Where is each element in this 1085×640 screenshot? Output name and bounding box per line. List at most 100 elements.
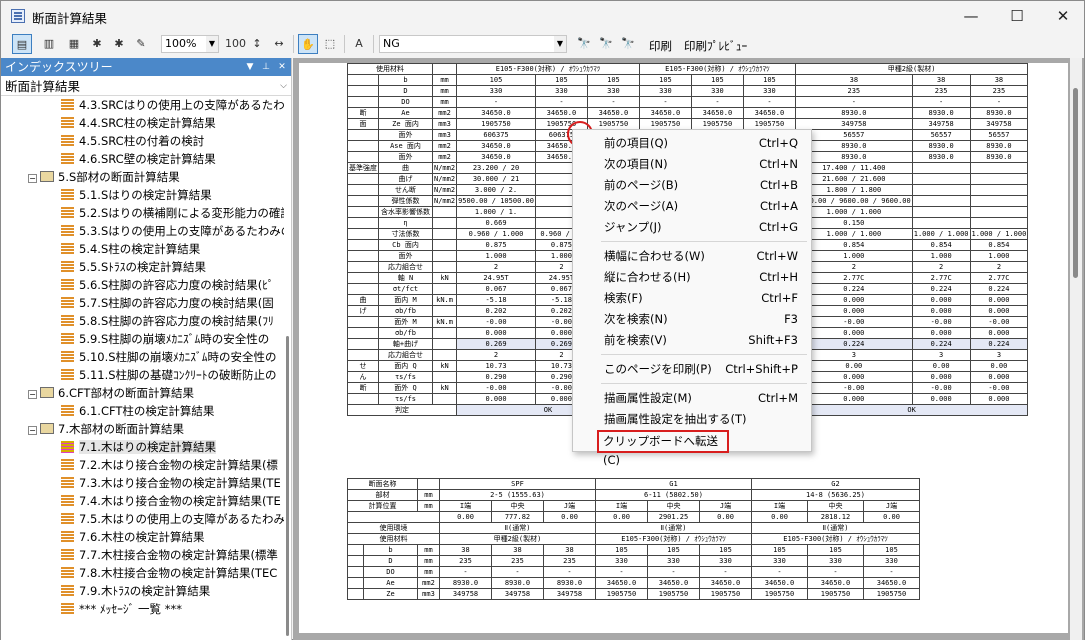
tree-item[interactable]: 5.8.S柱脚の許容応力度の検討結果(ﾌﾘ <box>61 312 274 330</box>
menu-item[interactable]: 前のページ(B) Ctrl+B <box>574 175 810 196</box>
marker-icon[interactable]: ✱ <box>87 34 107 54</box>
tree-item[interactable]: 5.7.S柱脚の許容応力度の検討結果(固 <box>61 294 274 312</box>
collapse-icon[interactable]: − <box>28 390 37 399</box>
document-scroll-thumb[interactable] <box>1073 88 1078 278</box>
pane-menu-icon[interactable]: ▼ <box>243 58 257 76</box>
find-next-icon[interactable]: 🔭 <box>596 34 616 54</box>
maximize-button[interactable]: ☐ <box>994 1 1040 31</box>
menu-item[interactable]: 次を検索(N) F3 <box>574 309 810 330</box>
tree-item[interactable]: 6.1.CFT柱の検定計算結果 <box>61 402 214 420</box>
tree-item[interactable]: 7.5.木はりの使用上の支障があるたわみの <box>61 510 284 528</box>
tree-item[interactable]: 7.6.木柱の検定計算結果 <box>61 528 204 546</box>
close-icon[interactable]: ✕ <box>275 58 289 76</box>
pin-icon[interactable]: ⊥ <box>259 58 273 76</box>
table-cell <box>911 206 971 218</box>
table-cell: 2 <box>794 261 913 273</box>
tree-item[interactable]: 4.5.SRC柱の付着の検討 <box>61 132 204 150</box>
tree-scrollbar[interactable] <box>285 96 291 636</box>
tree-item[interactable]: 7.8.木柱接合金物の検定計算結果(TEC <box>61 564 277 582</box>
menu-item[interactable]: 縦に合わせる(H) Ctrl+H <box>574 267 810 288</box>
menu-item-copy-to-clipboard[interactable]: クリップボードへ転送(C) <box>597 430 729 467</box>
table-cell: - <box>751 566 808 578</box>
menu-item[interactable]: 次のページ(A) Ctrl+A <box>574 196 810 217</box>
document-scrollbar[interactable] <box>1070 58 1082 640</box>
table-cell: 0.000 <box>794 327 913 339</box>
find-text-input[interactable]: NG ▼ <box>379 35 567 53</box>
table-cell <box>347 283 379 295</box>
fit-width-icon[interactable]: ↔ <box>269 34 289 54</box>
tree-item[interactable]: − 5.S部材の断面計算結果 <box>28 168 180 186</box>
actual-size-icon[interactable]: 100 <box>225 34 246 54</box>
tree-item[interactable]: *** ﾒｯｾｰｼﾞ 一覧 *** <box>61 600 182 618</box>
collapse-icon[interactable]: − <box>28 426 37 435</box>
tree-item[interactable]: − 6.CFT部材の断面計算結果 <box>28 384 194 402</box>
tree-item[interactable]: 4.6.SRC壁の検定計算結果 <box>61 150 216 168</box>
tree-item[interactable]: − 7.木部材の断面計算結果 <box>28 420 184 438</box>
menu-item-shortcut: Ctrl+G <box>758 220 798 234</box>
export-icon[interactable]: ▦ <box>64 34 84 54</box>
table-cell: 0.202 <box>456 305 536 317</box>
table-cell: 0.854 <box>794 239 913 251</box>
menu-item[interactable]: 次の項目(N) Ctrl+N <box>574 154 810 175</box>
table-cell: 部材 <box>347 489 418 501</box>
tree-view[interactable]: 4.3.SRCはりの使用上の支障があるたわみ 4.4.SRC柱の検定計算結果 4.5… <box>1 96 284 640</box>
close-button[interactable]: ✕ <box>1040 1 1085 31</box>
menu-item-shortcut: Ctrl+A <box>760 199 798 213</box>
hand-tool-icon[interactable]: ✋ <box>298 34 318 54</box>
tree-item[interactable]: 7.9.木ﾄﾗｽの検定計算結果 <box>61 582 210 600</box>
menu-item[interactable]: 描画属性設定を抽出する(T) <box>574 409 810 430</box>
menu-item[interactable]: 横幅に合わせる(W) Ctrl+W <box>574 246 810 267</box>
find-icon[interactable]: 🔭 <box>574 34 594 54</box>
index-tree-toggle-icon[interactable]: ▤ <box>12 34 32 54</box>
menu-item[interactable]: 前を検索(V) Shift+F3 <box>574 330 810 351</box>
table-cell: 34650.0 <box>638 107 692 119</box>
tree-item[interactable]: 4.4.SRC柱の検定計算結果 <box>61 114 216 132</box>
table-cell <box>347 544 364 556</box>
menu-item[interactable]: このページを印刷(P) Ctrl+Shift+P <box>574 359 810 380</box>
table-cell: mm3 <box>417 588 440 600</box>
tree-item[interactable]: 5.1.Sはりの検定計算結果 <box>61 186 212 204</box>
save-icon[interactable]: ▥ <box>39 34 59 54</box>
menu-item[interactable]: 描画属性設定(M) Ctrl+M <box>574 388 810 409</box>
page-icon <box>61 459 74 471</box>
zoom-select[interactable]: 100% ▼ <box>161 35 219 53</box>
tree-item[interactable]: 5.6.S柱脚の許容応力度の検討結果(ﾋﾟ <box>61 276 274 294</box>
tree-item[interactable]: 5.5.Sﾄﾗｽの検定計算結果 <box>61 258 206 276</box>
table-row: 使用材料 E105-F300(対称) / ｵｳｼｭｳｶﾗﾏﾂ E105-F300(対… <box>347 63 1029 75</box>
tree-item[interactable]: 7.2.木はり接合金物の検定計算結果(標 <box>61 456 278 474</box>
select-tool-icon[interactable]: ⬚ <box>320 34 340 54</box>
find-prev-icon[interactable]: 🔭 <box>618 34 638 54</box>
print-preview-button[interactable]: 印刷ﾌﾟﾚﾋﾞｭｰ <box>684 38 747 54</box>
print-button[interactable]: 印刷 <box>649 38 672 54</box>
table-cell: 甲種2級(製材) <box>439 533 596 545</box>
text-style-icon[interactable]: A <box>349 34 369 54</box>
tree-item[interactable]: 5.11.S柱脚の基礎ｺﾝｸﾘｰﾄの破断防止の <box>61 366 277 384</box>
tree-selector[interactable]: 断面計算結果 ⌵ <box>1 77 291 96</box>
tree-item[interactable]: 4.3.SRCはりの使用上の支障があるたわみ <box>61 96 284 114</box>
tree-item[interactable]: 7.7.木柱接合金物の検定計算結果(標準 <box>61 546 278 564</box>
menu-item[interactable]: 検索(F) Ctrl+F <box>574 288 810 309</box>
pane-title: インデックスツリー <box>5 60 113 74</box>
collapse-icon[interactable]: − <box>28 174 37 183</box>
marker2-icon[interactable]: ✱ <box>109 34 129 54</box>
fit-height-icon[interactable]: ↕ <box>247 34 267 54</box>
pen-icon[interactable]: ✎ <box>131 34 151 54</box>
menu-item[interactable]: 前の項目(Q) Ctrl+Q <box>574 133 810 154</box>
tree-item[interactable]: 5.10.S柱脚の崩壊ﾒｶﾆｽﾞﾑ時の安全性の <box>61 348 277 366</box>
tree-item[interactable]: 5.4.S柱の検定計算結果 <box>61 240 200 258</box>
menu-item[interactable]: ジャンプ(J) Ctrl+G <box>574 217 810 238</box>
tree-item[interactable]: 7.4.木はり接合金物の検定計算結果(TE <box>61 492 281 510</box>
page-icon <box>61 603 74 615</box>
table-cell: DO <box>363 566 418 578</box>
tree-item[interactable]: 5.2.Sはりの横補剛による変形能力の確認 <box>61 204 284 222</box>
tree-item[interactable]: 5.3.Sはりの使用上の支障があるたわみの <box>61 222 284 240</box>
table-cell: 0.150 <box>794 217 913 229</box>
tree-item[interactable]: 7.3.木はり接合金物の検定計算結果(TE <box>61 474 281 492</box>
table-cell <box>969 217 1029 229</box>
tree-scroll-thumb[interactable] <box>286 336 289 636</box>
minimize-btn-alt[interactable]: — <box>948 1 994 31</box>
tree-item[interactable]: 7.1.木はりの検定計算結果 <box>61 438 216 456</box>
table-cell: J端 <box>863 500 920 512</box>
tree-item[interactable]: 5.9.S柱脚の崩壊ﾒｶﾆｽﾞﾑ時の安全性の <box>61 330 269 348</box>
table-cell <box>347 338 379 350</box>
